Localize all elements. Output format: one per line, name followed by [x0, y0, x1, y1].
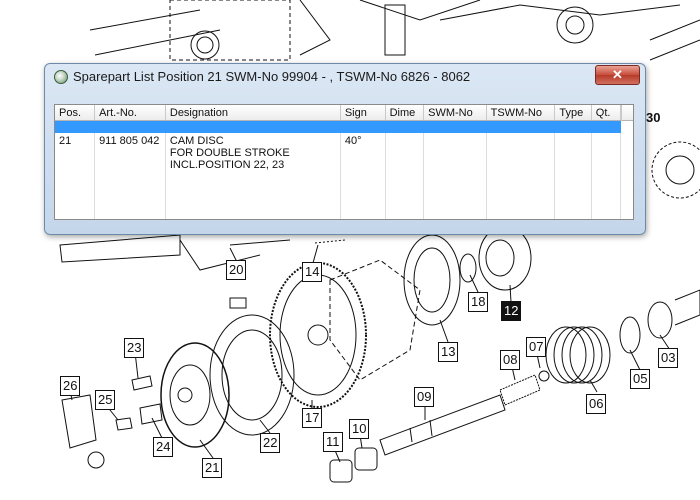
window-title: Sparepart List Position 21 SWM-No 99904 … [73, 69, 471, 84]
column-header-sign[interactable]: Sign [340, 105, 386, 121]
callout-03[interactable]: 03 [658, 348, 679, 368]
cell-pos: 21 [55, 133, 96, 171]
sparepart-grid[interactable]: Pos. Art.-No. Designation Sign Dime SWM-… [54, 104, 634, 220]
cell-swm-no [423, 133, 487, 171]
column-header-pos[interactable]: Pos. [55, 105, 96, 121]
table-header-row: Pos. Art.-No. Designation Sign Dime SWM-… [55, 105, 622, 121]
selected-empty-row[interactable] [55, 120, 622, 133]
designation-line: FOR DOUBLE STROKE [169, 147, 290, 159]
column-header-qt[interactable]: Qt. [591, 105, 622, 121]
cell-art-no: 911 805 042 [94, 133, 166, 171]
designation-line: CAM DISC [169, 135, 224, 147]
cell-qt [591, 133, 622, 171]
callout-18[interactable]: 18 [468, 292, 489, 312]
callout-22[interactable]: 22 [260, 433, 281, 453]
callout-20[interactable]: 20 [226, 260, 247, 280]
callout-14[interactable]: 14 [302, 262, 323, 282]
designation-line: INCL.POSITION 22, 23 [169, 159, 285, 171]
column-header-type[interactable]: Type [554, 105, 592, 121]
callout-09[interactable]: 09 [414, 387, 435, 407]
empty-filler-row [55, 171, 622, 219]
callout-30[interactable]: 30 [644, 109, 662, 127]
cell-sign: 40° [340, 133, 386, 171]
callout-05[interactable]: 05 [630, 369, 651, 389]
callout-08[interactable]: 08 [500, 350, 521, 370]
cell-dime [385, 133, 425, 171]
callout-13[interactable]: 13 [438, 342, 459, 362]
callout-06[interactable]: 06 [586, 394, 607, 414]
cell-designation: CAM DISC FOR DOUBLE STROKE INCL.POSITION… [165, 133, 341, 171]
callout-11[interactable]: 11 [323, 432, 343, 452]
callout-21[interactable]: 21 [202, 458, 223, 478]
column-header-tswm-no[interactable]: TSWM-No [486, 105, 556, 121]
callout-26[interactable]: 26 [60, 376, 81, 396]
column-header-dime[interactable]: Dime [385, 105, 425, 121]
header-scroll-corner [621, 105, 633, 121]
callout-25[interactable]: 25 [95, 390, 116, 410]
callout-23[interactable]: 23 [124, 338, 145, 358]
close-button[interactable]: ✕ [595, 65, 640, 85]
callout-12[interactable]: 12 [501, 301, 522, 321]
callout-10[interactable]: 10 [349, 419, 370, 439]
callout-24[interactable]: 24 [153, 437, 174, 457]
column-header-art-no[interactable]: Art.-No. [94, 105, 166, 121]
sparepart-table: Pos. Art.-No. Designation Sign Dime SWM-… [55, 105, 622, 219]
sparepart-list-dialog: Sparepart List Position 21 SWM-No 99904 … [44, 63, 646, 235]
column-header-designation[interactable]: Designation [165, 105, 341, 121]
cell-tswm-no [486, 133, 556, 171]
cell-type [554, 133, 592, 171]
column-header-swm-no[interactable]: SWM-No [423, 105, 487, 121]
callout-17[interactable]: 17 [302, 408, 323, 428]
callout-07[interactable]: 07 [526, 337, 547, 357]
title-bar[interactable]: Sparepart List Position 21 SWM-No 99904 … [45, 64, 645, 90]
table-row[interactable]: 21 911 805 042 CAM DISC FOR DOUBLE STROK… [55, 133, 622, 171]
globe-app-icon [54, 70, 68, 84]
